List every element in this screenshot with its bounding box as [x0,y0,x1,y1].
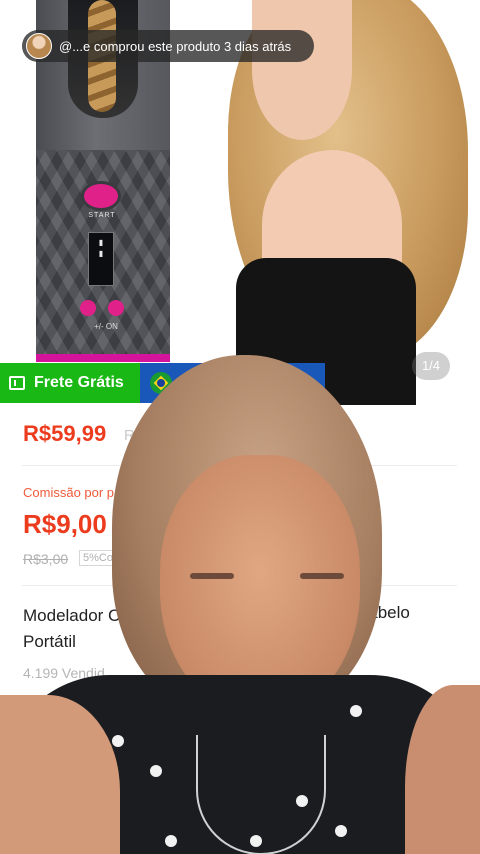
purchase-notification: @...e comprou este produto 3 dias atrás [22,30,314,62]
presenter-eye-right [300,573,344,579]
avatar [26,33,52,59]
curler-display-digits: ▮ ▮ [98,238,104,258]
polka-dot [112,735,124,747]
polka-dot [150,765,162,777]
curler-start-label: START [88,212,116,219]
presenter-eye-left [190,573,234,579]
notification-text: @...e comprou este produto 3 dias atrás [59,38,292,54]
model-face [252,0,352,140]
curler-grip: START ▮ ▮ +/- ON [36,150,170,355]
curler-minus-button-graphic [80,300,96,316]
presenter-necklace [196,735,326,854]
curler-display: ▮ ▮ [88,232,114,286]
presenter-video-overlay [0,345,480,854]
curler-plus-button-graphic [108,300,124,316]
polka-dot [350,705,362,717]
polka-dot [335,825,347,837]
curler-pm-label: +/- ON [94,322,118,331]
polka-dot [165,835,177,847]
curler-start-button-graphic [84,184,118,208]
